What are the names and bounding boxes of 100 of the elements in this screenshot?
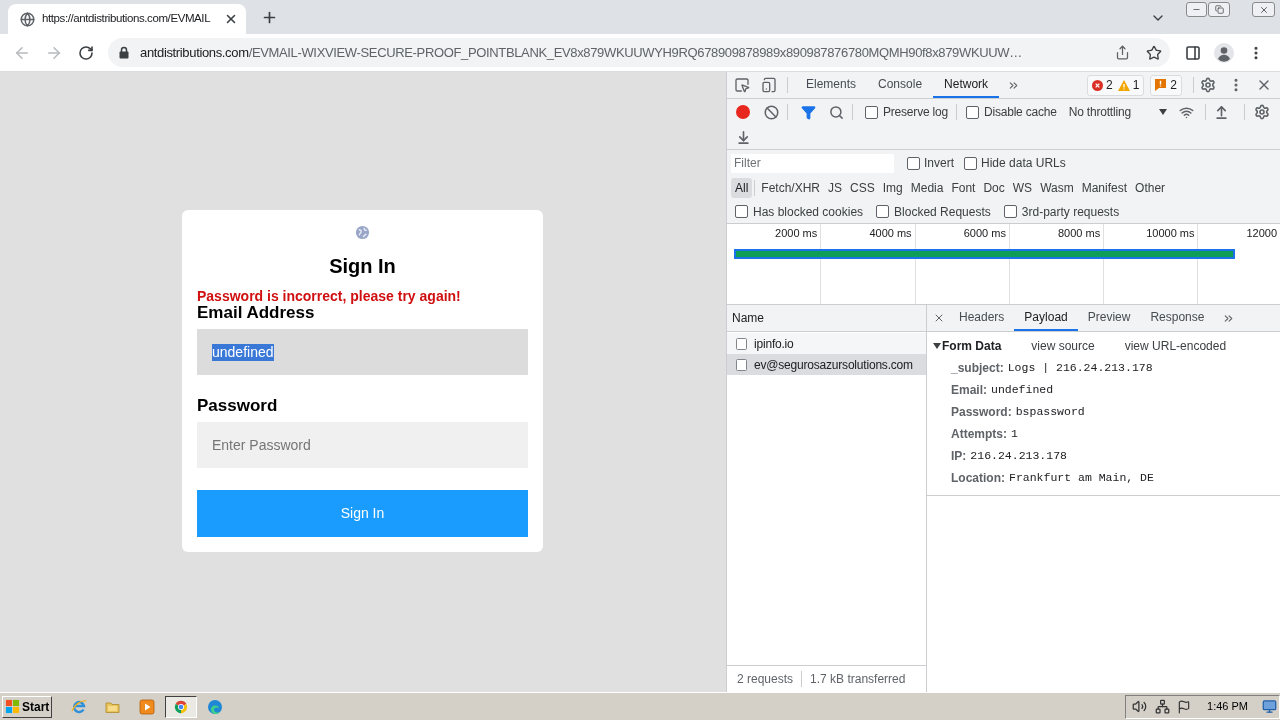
restore-icon bbox=[1214, 5, 1224, 14]
type-filter-button[interactable]: Media bbox=[906, 178, 948, 198]
devtools-tab[interactable]: Console bbox=[867, 72, 934, 98]
payload-value: bspassword bbox=[1015, 404, 1085, 421]
clear-icon[interactable] bbox=[763, 104, 779, 120]
close-window-button[interactable] bbox=[1252, 2, 1275, 17]
type-filter-button[interactable]: Other bbox=[1131, 178, 1170, 198]
payload-key: Location: bbox=[951, 469, 1005, 487]
side-panel-icon[interactable] bbox=[1185, 44, 1201, 61]
payload-key: Email: bbox=[951, 381, 987, 399]
filter-field[interactable]: Filter bbox=[731, 153, 894, 173]
play-tile-icon bbox=[139, 698, 155, 715]
payload-value: undefined bbox=[991, 382, 1054, 399]
view-link[interactable]: view URL-encoded bbox=[1124, 337, 1227, 355]
lock-icon bbox=[119, 46, 129, 59]
issue-count: 2 bbox=[1170, 77, 1177, 94]
close-icon[interactable] bbox=[933, 312, 945, 324]
type-filter-button[interactable]: CSS bbox=[846, 178, 879, 198]
devtools-tab[interactable]: Elements bbox=[795, 72, 868, 98]
taskbar-button[interactable] bbox=[165, 695, 197, 718]
error-icon bbox=[1091, 79, 1103, 91]
tick-label: 12000 bbox=[1246, 226, 1277, 240]
caret-icon bbox=[1158, 109, 1167, 115]
checkbox-label: Hide data URLs bbox=[981, 155, 1066, 172]
type-filter-button[interactable]: Manifest bbox=[1077, 178, 1132, 198]
show-desktop-icon[interactable] bbox=[1262, 699, 1277, 714]
throttling-select[interactable]: No throttling bbox=[1066, 103, 1167, 121]
details-tab[interactable]: Headers bbox=[949, 305, 1015, 331]
clock: 1:46 PM bbox=[1207, 699, 1248, 715]
bookmark-star-icon[interactable] bbox=[1146, 44, 1162, 61]
payload-value: Frankfurt am Main, DE bbox=[1009, 470, 1154, 487]
download-icon[interactable] bbox=[735, 129, 751, 145]
field-value: undefined bbox=[212, 343, 274, 361]
upload-icon[interactable] bbox=[1214, 104, 1230, 120]
share-icon[interactable] bbox=[1115, 45, 1130, 60]
checkbox-label: Disable cache bbox=[983, 104, 1057, 121]
type-filter-button[interactable]: WS bbox=[1008, 178, 1037, 198]
request-row[interactable]: ev@segurosazursolutions.com bbox=[727, 354, 926, 375]
browser-tab[interactable]: https://antdistributions.com/EVMAIL bbox=[8, 4, 246, 34]
section-title[interactable]: Form Data bbox=[942, 337, 1002, 355]
globe-icon bbox=[355, 225, 370, 240]
checkbox-label: Preserve log bbox=[883, 104, 948, 121]
inspect-icon[interactable] bbox=[734, 77, 750, 93]
input-field[interactable]: Enter Password bbox=[197, 422, 528, 468]
console-counts-button[interactable]: 2 1 bbox=[1086, 74, 1145, 96]
caret-icon[interactable] bbox=[933, 343, 941, 349]
details-tab[interactable]: Preview bbox=[1077, 305, 1141, 331]
view-link[interactable]: view source bbox=[1031, 337, 1095, 355]
tick-label: 8000 ms bbox=[1058, 226, 1101, 240]
payload-key: _subject: bbox=[951, 359, 1004, 377]
filter-icon[interactable] bbox=[800, 104, 816, 120]
warning-icon bbox=[1117, 79, 1130, 91]
document-icon bbox=[736, 337, 747, 350]
wifi-icon[interactable] bbox=[1179, 104, 1195, 120]
search-icon[interactable] bbox=[828, 104, 844, 120]
error-count: 2 bbox=[1105, 77, 1113, 94]
close-icon[interactable] bbox=[224, 12, 238, 26]
tick-label: 6000 ms bbox=[963, 226, 1006, 240]
devices-icon[interactable] bbox=[761, 77, 777, 93]
checkbox-label: 3rd-party requests bbox=[1021, 203, 1120, 221]
checkbox[interactable] bbox=[735, 205, 748, 218]
reload-icon[interactable] bbox=[78, 44, 94, 61]
payload-value: Logs | 216.24.213.178 bbox=[1007, 360, 1153, 377]
network-icon[interactable] bbox=[1155, 699, 1171, 714]
record-icon[interactable] bbox=[736, 105, 750, 119]
issue-flag-icon bbox=[1155, 79, 1167, 91]
type-filter-button[interactable]: Fetch/XHR bbox=[757, 178, 825, 198]
tick-label: 10000 ms bbox=[1146, 226, 1195, 240]
start-button[interactable]: Start bbox=[2, 695, 52, 718]
name-column-header[interactable]: Name bbox=[727, 305, 926, 332]
type-filter-button[interactable]: Doc bbox=[979, 178, 1009, 198]
issues-button[interactable]: 2 bbox=[1150, 74, 1182, 96]
tick-label: 4000 ms bbox=[869, 226, 912, 240]
checkbox[interactable] bbox=[907, 156, 920, 170]
details-tab[interactable]: Response bbox=[1140, 305, 1215, 331]
minimize-button[interactable] bbox=[1186, 2, 1207, 17]
input-field[interactable]: undefined bbox=[197, 329, 528, 375]
type-filter-button[interactable]: Img bbox=[878, 178, 907, 198]
restore-button[interactable] bbox=[1208, 2, 1230, 17]
details-tab[interactable]: Payload bbox=[1014, 305, 1078, 331]
profile-icon[interactable] bbox=[1214, 42, 1234, 63]
request-row[interactable]: ipinfo.io bbox=[727, 333, 926, 354]
address-bar[interactable]: antdistributions.com/EVMAIL-WIXVIEW-SECURE-PROOF_POINTBLANK_EV8x879WKUUWYH9RQ678909878989x890987876780MQMH90f8x879WKUUW… bbox=[108, 38, 1170, 67]
payload-value: 1 bbox=[1011, 426, 1018, 443]
warning-count: 1 bbox=[1132, 77, 1140, 94]
checkbox[interactable] bbox=[1003, 205, 1017, 218]
checkbox[interactable] bbox=[965, 105, 979, 119]
settings-icon[interactable] bbox=[1200, 77, 1216, 93]
flag-logo-icon bbox=[5, 699, 20, 714]
type-filter-button[interactable]: JS bbox=[824, 178, 847, 198]
checkbox[interactable] bbox=[964, 156, 977, 170]
type-filter-button[interactable]: All bbox=[731, 178, 753, 198]
speaker-icon[interactable] bbox=[1132, 699, 1148, 714]
type-filter-button[interactable]: Wasm bbox=[1036, 178, 1078, 198]
type-filter-button[interactable]: Font bbox=[947, 178, 980, 198]
checkbox-label: Blocked Requests bbox=[894, 203, 991, 221]
checkbox[interactable] bbox=[876, 205, 890, 218]
checkbox[interactable] bbox=[865, 105, 878, 119]
flag-icon[interactable] bbox=[1177, 699, 1192, 714]
settings-icon[interactable] bbox=[1253, 104, 1270, 120]
